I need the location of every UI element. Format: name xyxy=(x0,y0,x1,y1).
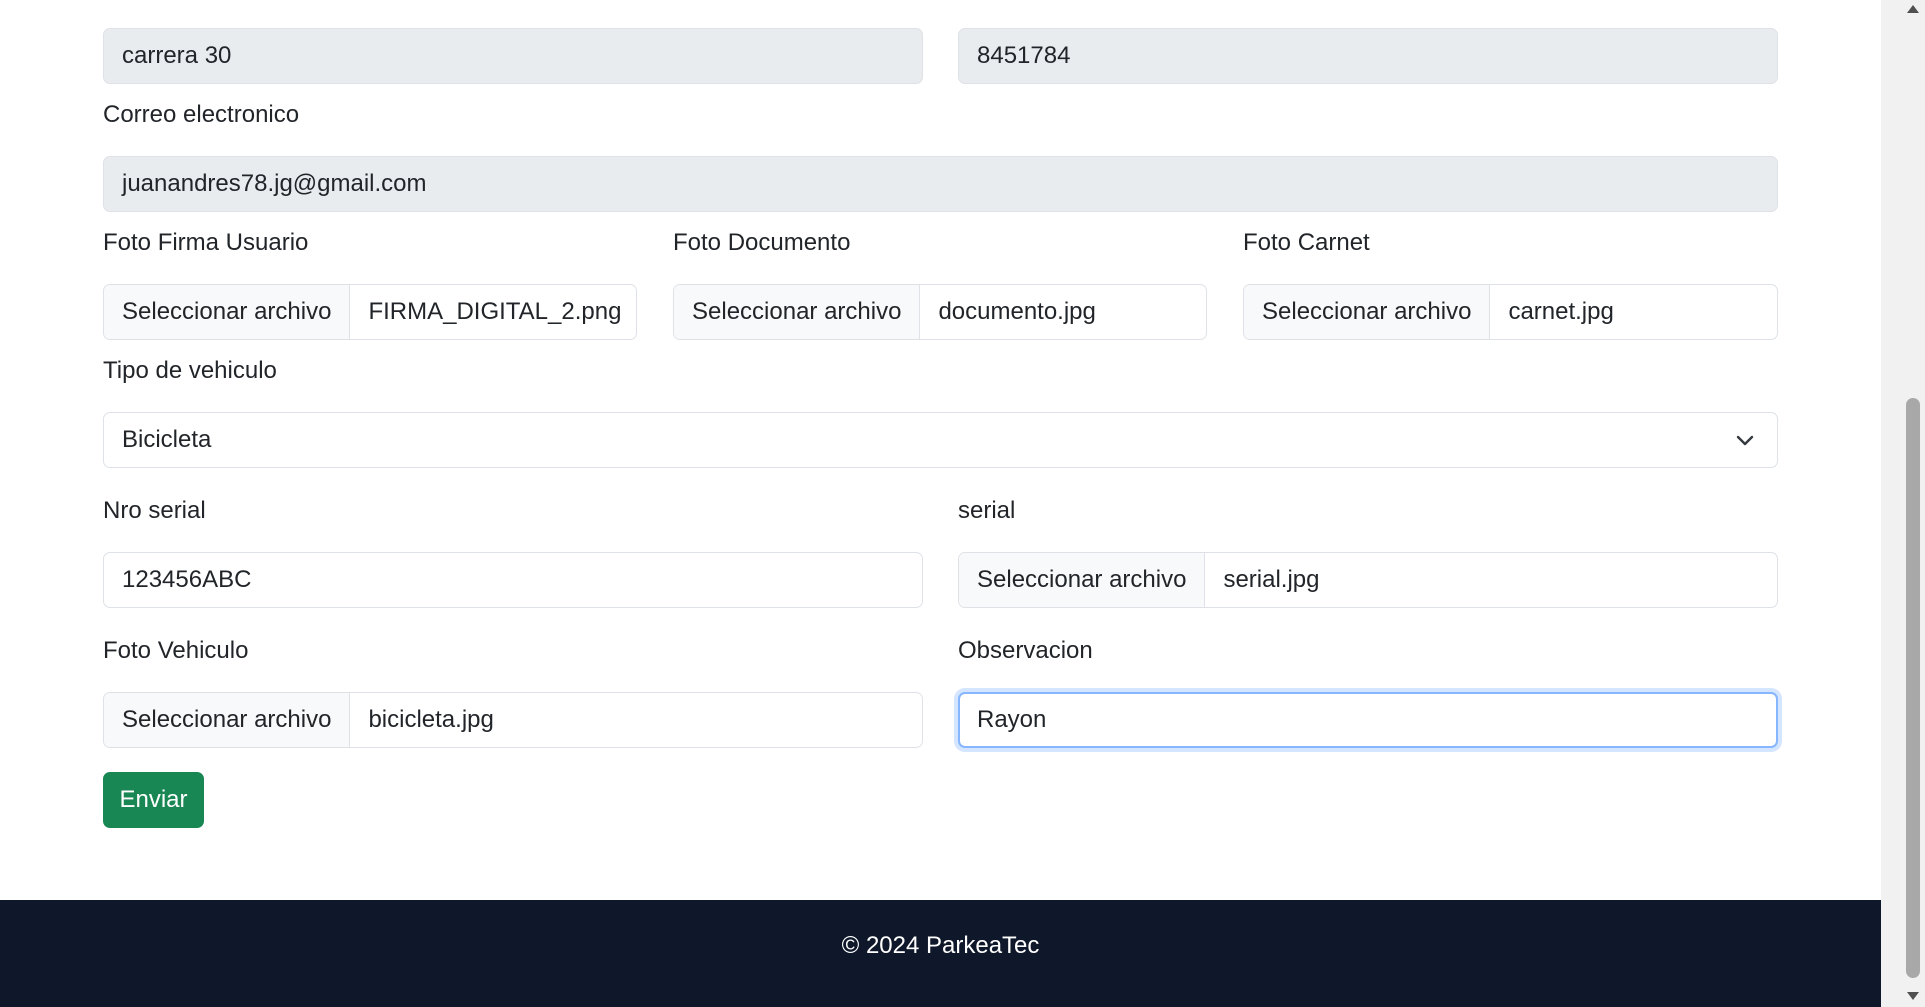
vertical-scrollbar[interactable] xyxy=(1881,0,1925,1007)
observation-label: Observacion xyxy=(958,637,1093,664)
carnet-photo-label: Foto Carnet xyxy=(1243,229,1370,256)
document-file-input[interactable]: Seleccionar archivo documento.jpg xyxy=(673,284,1207,340)
chevron-down-icon xyxy=(1736,435,1754,446)
vehicle-photo-label: Foto Vehiculo xyxy=(103,637,249,664)
observation-value: Rayon xyxy=(977,706,1047,733)
serial-select-file-button[interactable]: Seleccionar archivo xyxy=(959,553,1206,607)
page: carrera 30 8451784 Correo electronico ju… xyxy=(0,0,1925,1007)
serial-file-input[interactable]: Seleccionar archivo serial.jpg xyxy=(958,552,1778,608)
vehicle-select-file-button[interactable]: Seleccionar archivo xyxy=(104,693,351,747)
phone-value: 8451784 xyxy=(977,42,1071,69)
signature-file-input[interactable]: Seleccionar archivo FIRMA_DIGITAL_2.png xyxy=(103,284,637,340)
vehicle-type-value: Bicicleta xyxy=(122,426,212,453)
footer-copyright: © 2024 ParkeaTec xyxy=(841,931,1040,959)
observation-input[interactable]: Rayon xyxy=(958,692,1778,748)
document-photo-label: Foto Documento xyxy=(673,229,851,256)
address-value: carrera 30 xyxy=(122,42,232,69)
submit-button[interactable]: Enviar xyxy=(103,772,204,828)
serial-number-label: Nro serial xyxy=(103,497,206,524)
serial-number-value: 123456ABC xyxy=(122,566,252,593)
signature-photo-label: Foto Firma Usuario xyxy=(103,229,309,256)
vehicle-file-name: bicicleta.jpg xyxy=(368,706,494,733)
document-select-file-button[interactable]: Seleccionar archivo xyxy=(674,285,921,339)
vehicle-type-label: Tipo de vehiculo xyxy=(103,357,277,384)
document-file-name: documento.jpg xyxy=(938,298,1096,325)
email-value: juanandres78.jg@gmail.com xyxy=(122,170,427,197)
footer: © 2024 ParkeaTec xyxy=(0,900,1881,1007)
address-input[interactable]: carrera 30 xyxy=(103,28,923,84)
phone-input[interactable]: 8451784 xyxy=(958,28,1778,84)
signature-select-file-button[interactable]: Seleccionar archivo xyxy=(104,285,351,339)
vehicle-file-input[interactable]: Seleccionar archivo bicicleta.jpg xyxy=(103,692,923,748)
carnet-select-file-button[interactable]: Seleccionar archivo xyxy=(1244,285,1491,339)
email-input[interactable]: juanandres78.jg@gmail.com xyxy=(103,156,1778,212)
carnet-file-input[interactable]: Seleccionar archivo carnet.jpg xyxy=(1243,284,1778,340)
email-label: Correo electronico xyxy=(103,101,300,128)
serial-photo-label: serial xyxy=(958,497,1016,524)
carnet-file-name: carnet.jpg xyxy=(1508,298,1614,325)
serial-number-input[interactable]: 123456ABC xyxy=(103,552,923,608)
scroll-up-arrow-icon[interactable] xyxy=(1906,2,1920,16)
scrollbar-thumb[interactable] xyxy=(1906,398,1920,978)
signature-file-name: FIRMA_DIGITAL_2.png xyxy=(368,298,622,325)
scroll-down-arrow-icon[interactable] xyxy=(1906,989,1920,1003)
serial-file-name: serial.jpg xyxy=(1223,566,1320,593)
registration-form: carrera 30 8451784 Correo electronico ju… xyxy=(0,0,1881,900)
vehicle-type-select[interactable]: Bicicleta xyxy=(103,412,1778,468)
